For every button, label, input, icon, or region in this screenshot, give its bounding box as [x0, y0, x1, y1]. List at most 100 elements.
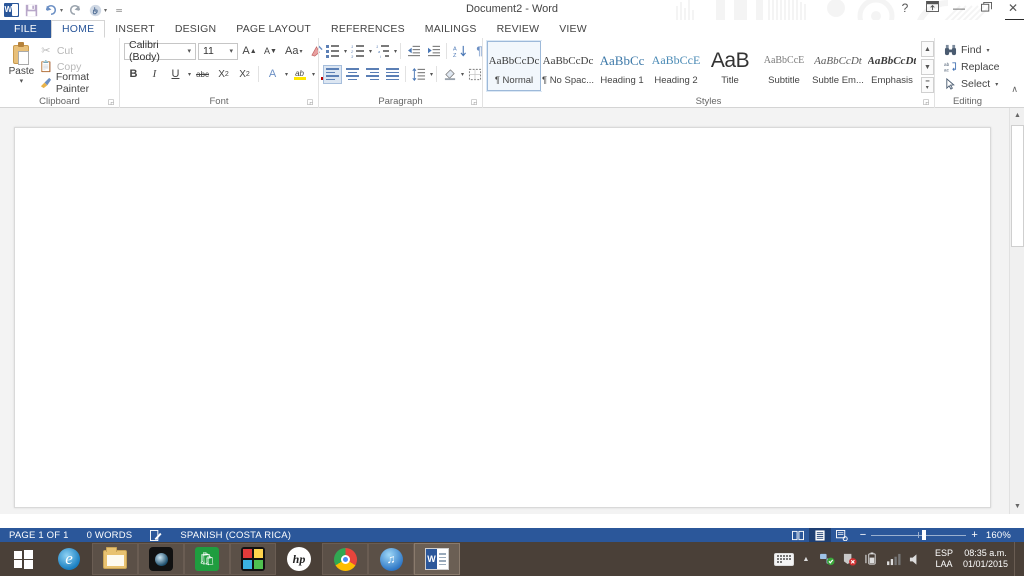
document-area[interactable] [0, 108, 1024, 514]
style-normal[interactable]: AaBbCcDc ¶ Normal [486, 40, 542, 92]
shrink-font-button[interactable]: A ▼ [261, 42, 280, 61]
taskbar-item-itunes[interactable]: ♫ [368, 543, 414, 575]
scroll-down-button[interactable]: ▼ [1010, 499, 1024, 514]
numbering-button[interactable]: 1 2 3 [348, 42, 367, 61]
show-desktop-button[interactable] [1014, 542, 1020, 576]
vertical-scrollbar[interactable]: ▲ ▼ [1009, 108, 1024, 514]
word-count[interactable]: 0 WORDS [78, 530, 142, 541]
font-size-combo[interactable]: 11 ▾ [198, 42, 238, 60]
ribbon-display-options-button[interactable] [925, 1, 939, 15]
font-size-caret-icon[interactable]: ▾ [227, 47, 235, 55]
minimize-button[interactable]: — [952, 1, 966, 15]
taskbar-item-word[interactable]: W [414, 543, 460, 575]
styles-scroll-up-button[interactable]: ▲ [921, 41, 934, 57]
language-indicator[interactable]: SPANISH (COSTA RICA) [171, 530, 300, 541]
decrease-indent-button[interactable] [404, 42, 423, 61]
find-caret-icon[interactable]: ▾ [985, 47, 989, 54]
font-name-caret-icon[interactable]: ▾ [185, 47, 193, 55]
page-indicator[interactable]: PAGE 1 OF 1 [0, 530, 78, 541]
bold-button[interactable]: B [124, 65, 143, 84]
taskbar-item-camera[interactable] [138, 543, 184, 575]
text-effects-button[interactable]: A [263, 65, 282, 84]
style-heading-2[interactable]: AaBbCcE Heading 2 [649, 41, 703, 91]
tab-file[interactable]: FILE [0, 20, 51, 38]
on-screen-keyboard-icon[interactable] [773, 542, 795, 576]
collapse-ribbon-button[interactable]: ∧ [1011, 84, 1018, 95]
taskbar-item-file-explorer[interactable] [92, 543, 138, 575]
select-button[interactable]: Select ▾ [943, 76, 1000, 92]
styles-dialog-launcher[interactable] [922, 99, 930, 107]
taskbar-item-internet-explorer[interactable] [46, 543, 92, 575]
clipboard-dialog-launcher[interactable] [107, 99, 115, 107]
antivirus-icon[interactable] [839, 542, 861, 576]
paragraph-dialog-launcher[interactable] [470, 99, 478, 107]
format-painter-button[interactable]: Format Painter [39, 71, 115, 95]
tab-review[interactable]: REVIEW [487, 20, 550, 38]
tab-mailings[interactable]: MAILINGS [415, 20, 487, 38]
justify-button[interactable] [383, 65, 402, 84]
scroll-up-button[interactable]: ▲ [1010, 108, 1024, 123]
align-center-button[interactable] [343, 65, 362, 84]
show-hidden-icons-icon[interactable]: ▲ [795, 542, 817, 576]
style-subtle-emphasis[interactable]: AaBbCcDt Subtle Em... [811, 41, 865, 91]
style-no-spacing[interactable]: AaBbCcDc ¶ No Spac... [541, 41, 595, 91]
tab-insert[interactable]: INSERT [105, 20, 165, 38]
multilevel-caret-icon[interactable]: ▾ [393, 48, 397, 55]
italic-button[interactable]: I [145, 65, 164, 84]
volume-icon[interactable] [905, 542, 927, 576]
bullets-caret-icon[interactable]: ▾ [343, 48, 347, 55]
language-indicator-tray[interactable]: ESP LAA [927, 542, 961, 576]
increase-indent-button[interactable] [424, 42, 443, 61]
taskbar-item-tiles-app[interactable] [230, 543, 276, 575]
line-spacing-caret-icon[interactable]: ▾ [429, 71, 433, 78]
tab-home[interactable]: HOME [50, 20, 106, 38]
zoom-control[interactable]: − + 160% [853, 530, 1018, 541]
clock[interactable]: 08:35 a.m. 01/01/2015 [961, 542, 1014, 576]
style-heading-1[interactable]: AaBbCс Heading 1 [595, 41, 649, 91]
tab-design[interactable]: DESIGN [165, 20, 226, 38]
paste-caret-icon[interactable]: ▾ [20, 78, 24, 85]
select-caret-icon[interactable]: ▾ [994, 81, 998, 88]
zoom-slider[interactable] [871, 530, 967, 540]
taskbar-item-store[interactable]: 🛍 [184, 543, 230, 575]
font-name-combo[interactable]: Calibri (Body) ▾ [124, 39, 196, 63]
read-mode-button[interactable] [787, 528, 809, 542]
strikethrough-button[interactable]: abc [193, 65, 212, 84]
change-case-button[interactable]: Aa ▾ [282, 42, 305, 61]
numbering-caret-icon[interactable]: ▾ [368, 48, 372, 55]
tab-page-layout[interactable]: PAGE LAYOUT [226, 20, 321, 38]
taskbar-item-hp[interactable]: hp [276, 543, 322, 575]
styles-more-button[interactable]: ━ ▾ [921, 77, 934, 93]
zoom-slider-thumb[interactable] [922, 530, 927, 540]
shading-button[interactable] [440, 65, 459, 84]
zoom-level[interactable]: 160% [983, 530, 1011, 541]
signal-icon[interactable] [883, 542, 905, 576]
network-icon[interactable] [817, 542, 839, 576]
underline-caret-icon[interactable]: ▾ [187, 71, 191, 78]
style-emphasis[interactable]: AaBbCcDt Emphasis [865, 41, 919, 91]
highlight-caret-icon[interactable]: ▾ [311, 71, 315, 78]
tab-view[interactable]: VIEW [549, 20, 597, 38]
print-layout-button[interactable] [808, 528, 831, 542]
style-subtitle[interactable]: AaBbCcE Subtitle [757, 41, 811, 91]
close-button[interactable]: ✕ [1006, 1, 1020, 15]
vertical-scrollbar-thumb[interactable] [1011, 125, 1024, 247]
underline-button[interactable]: U [166, 65, 185, 84]
sort-button[interactable]: A Z [450, 42, 469, 61]
web-layout-button[interactable] [831, 528, 853, 542]
line-spacing-button[interactable] [409, 65, 428, 84]
align-left-button[interactable] [323, 64, 342, 84]
zoom-in-button[interactable]: + [971, 530, 978, 541]
styles-scroll-down-button[interactable]: ▼ [921, 59, 934, 75]
paste-button[interactable]: Paste ▾ [4, 41, 39, 90]
multilevel-list-button[interactable]: 1 a i [373, 42, 392, 61]
restore-button[interactable] [979, 1, 993, 15]
taskbar-item-chrome[interactable] [322, 543, 368, 575]
proofing-status-button[interactable] [141, 529, 171, 541]
find-button[interactable]: Find ▾ [943, 42, 1000, 58]
help-button[interactable]: ? [898, 1, 912, 15]
text-highlight-button[interactable]: ab [290, 65, 309, 84]
superscript-button[interactable]: X2 [235, 65, 254, 84]
align-right-button[interactable] [363, 65, 382, 84]
battery-icon[interactable] [861, 542, 883, 576]
